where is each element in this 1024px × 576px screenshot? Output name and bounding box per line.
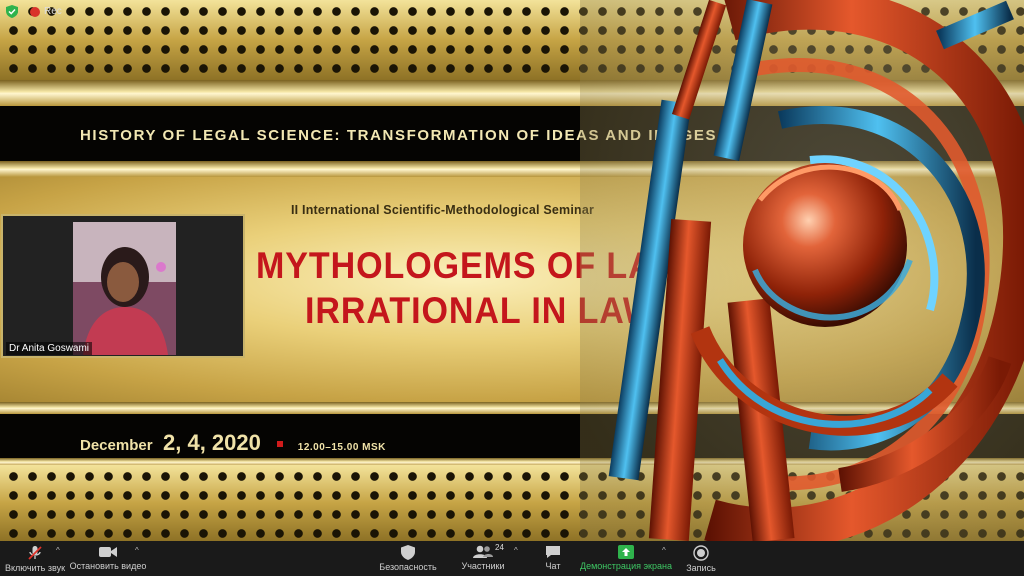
stop-video-label: Остановить видео	[69, 561, 147, 571]
security-button[interactable]: Безопасность	[379, 541, 437, 576]
record-icon	[693, 545, 709, 561]
participant-name: Dr Anita Goswami	[6, 342, 93, 355]
security-label: Безопасность	[379, 562, 437, 572]
date-month: December	[80, 437, 153, 454]
stop-video-button[interactable]: Остановить видео	[69, 541, 147, 576]
participants-count: 24	[495, 543, 504, 552]
record-label: Запись	[686, 563, 716, 573]
top-status: Rec	[6, 5, 62, 18]
person-silhouette	[73, 222, 176, 355]
meeting-toolbar: Включить звук ^ Остановить видео ^ Безоп…	[0, 541, 1024, 576]
record-button[interactable]: Запись	[684, 541, 718, 576]
participants-label: Участники	[461, 561, 505, 571]
date-time: 12.00–15.00 MSK	[297, 442, 386, 453]
abstract-3d-artwork	[580, 0, 1024, 541]
share-screen-label: Демонстрация экрана	[580, 561, 672, 571]
red-square-bullet	[277, 441, 284, 447]
event-date: December 2, 4, 2020 12.00–15.00 MSK	[80, 430, 386, 456]
share-options-chevron-icon[interactable]: ^	[662, 546, 666, 555]
participant-video-tile[interactable]: Dr Anita Goswami	[1, 214, 245, 358]
chat-bubble-icon	[546, 546, 560, 558]
video-options-chevron-icon[interactable]: ^	[135, 546, 139, 555]
unmute-label: Включить звук	[4, 563, 66, 573]
participants-icon	[473, 545, 493, 558]
video-camera-icon	[99, 547, 117, 557]
share-screen-button[interactable]: Демонстрация экрана	[580, 541, 672, 576]
encryption-shield-icon[interactable]	[6, 5, 18, 18]
chat-button[interactable]: Чат	[538, 541, 568, 576]
participant-video	[73, 222, 176, 355]
microphone-muted-icon	[28, 546, 42, 560]
participants-options-chevron-icon[interactable]: ^	[514, 546, 518, 555]
recording-label: Rec	[44, 6, 62, 17]
share-screen-icon	[618, 545, 634, 559]
seminar-subtitle: II International Scientific-Methodologic…	[291, 203, 595, 217]
chat-label: Чат	[545, 561, 561, 571]
recording-dot-icon	[30, 6, 40, 17]
audio-options-chevron-icon[interactable]: ^	[56, 546, 60, 555]
security-shield-icon	[401, 545, 415, 560]
date-days: 2, 4, 2020	[163, 430, 261, 455]
